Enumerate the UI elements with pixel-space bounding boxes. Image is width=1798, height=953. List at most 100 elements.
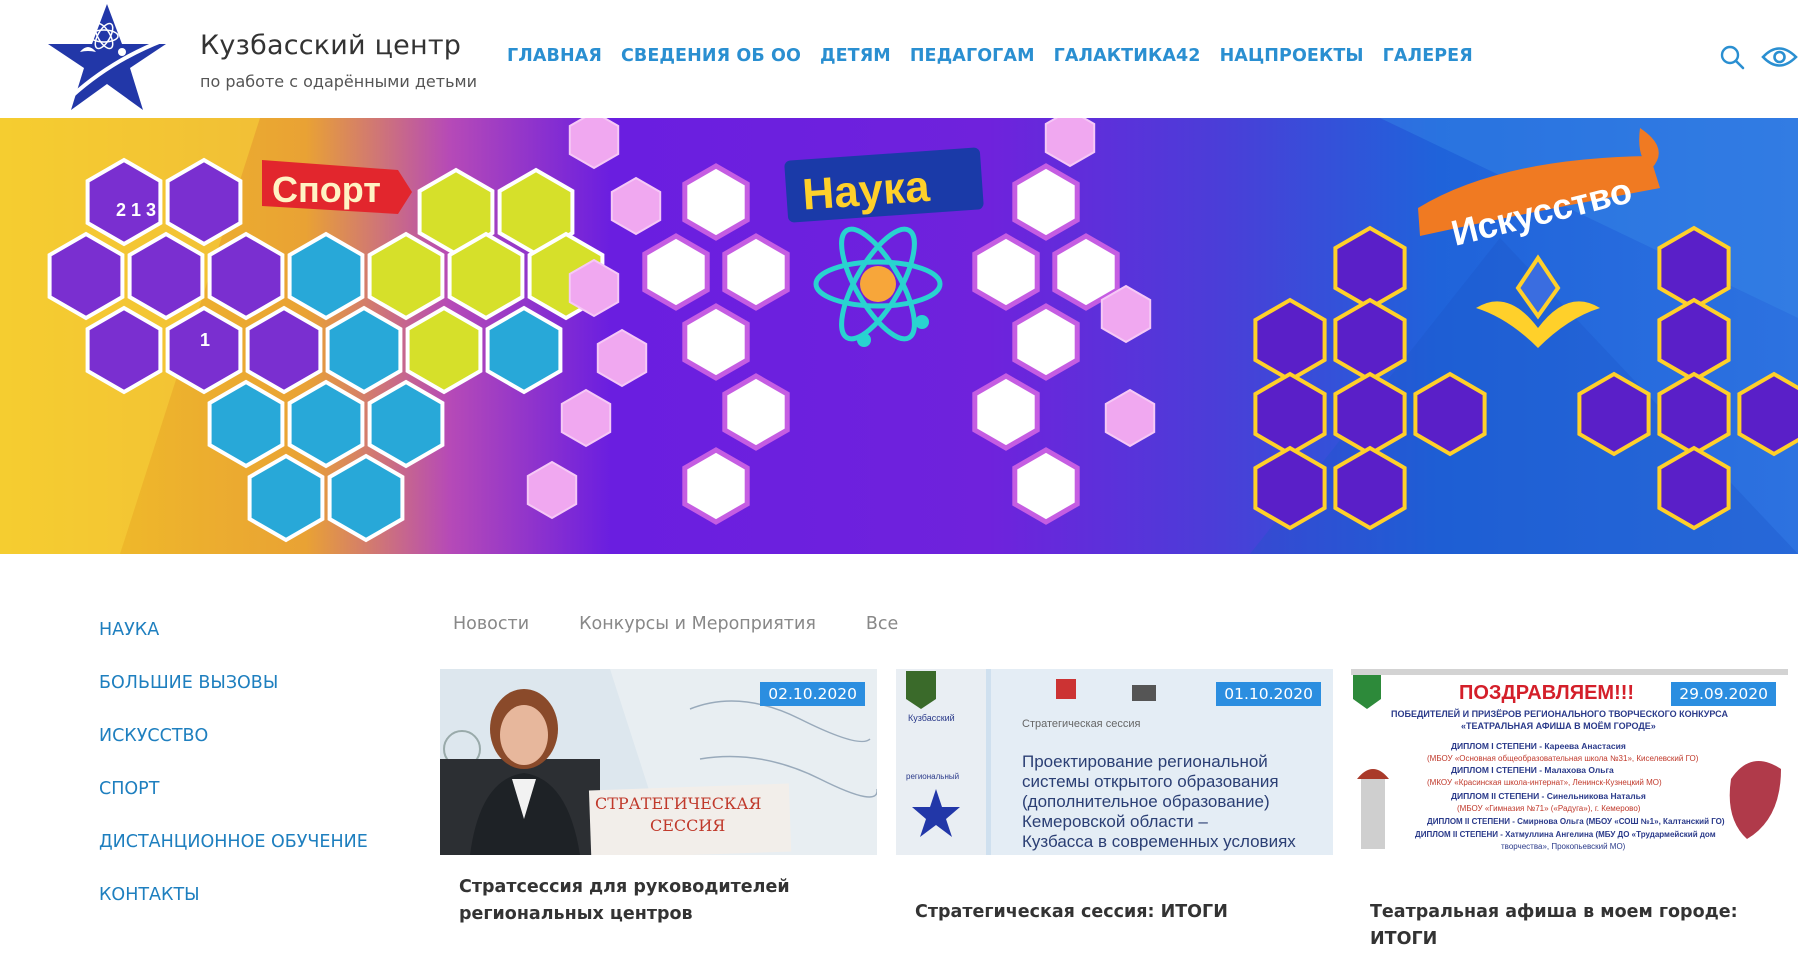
banner-hex-tile <box>682 303 750 381</box>
image-line2: «ТЕАТРАЛЬНАЯ АФИША В МОЁМ ГОРОДЕ» <box>1461 721 1656 731</box>
nav-home[interactable]: ГЛАВНАЯ <box>507 46 602 66</box>
news-card-image[interactable]: ПОЗДРАВЛЯЕМ!!! ПОБЕДИТЕЛЕЙ И ПРИЗЁРОВ РЕ… <box>1351 669 1788 855</box>
image-line6: (МКОУ «Красинская школа-интернат», Ленин… <box>1427 778 1662 787</box>
banner-hex-tile <box>1657 371 1731 457</box>
image-logo-line2: региональный <box>906 772 959 781</box>
nav-about[interactable]: СВЕДЕНИЯ ОБ ОО <box>621 46 801 66</box>
banner-hex-tile <box>972 233 1040 311</box>
banner-hex-tile <box>1413 371 1487 457</box>
banner-hex-tile <box>245 305 323 395</box>
news-card-image[interactable]: Кузбасский региональный Стратегическая с… <box>896 669 1333 855</box>
banner-hex-tile <box>405 305 483 395</box>
image-line4: (МБОУ «Основная общеобразовательная школ… <box>1427 754 1699 763</box>
news-card[interactable]: СТРАТЕГИЧЕСКАЯ СЕССИЯ 02.10.2020 Стратсе… <box>440 669 877 937</box>
banner-hex-tile <box>85 305 163 395</box>
news-card[interactable]: Кузбасский региональный Стратегическая с… <box>896 669 1333 937</box>
banner-hex-tile <box>1253 297 1327 383</box>
image-line8: (МБОУ «Гимназия №71» («Радуга»), г. Кеме… <box>1457 804 1641 813</box>
banner-hex-tile <box>1012 303 1080 381</box>
banner-hex-tile <box>1253 445 1327 531</box>
banner-hex-tile <box>1657 225 1731 311</box>
search-icon[interactable] <box>1719 44 1745 70</box>
news-date-badge: 29.09.2020 <box>1671 682 1776 706</box>
nav-galaxy42[interactable]: ГАЛАКТИКА42 <box>1054 46 1201 66</box>
banner-hex-tile <box>972 373 1040 451</box>
banner-hex-tile <box>47 231 125 321</box>
banner-hex-tile <box>485 305 563 395</box>
banner-hex-tile <box>722 233 790 311</box>
site-header: Кузбасский центр по работе с одарёнными … <box>0 0 1798 118</box>
banner-hex-tile <box>1012 163 1080 241</box>
banner-hex-tile <box>1333 225 1407 311</box>
image-text-line4: Кемеровской области – <box>1022 812 1208 831</box>
medal-text: 1 <box>200 330 210 350</box>
tab-news[interactable]: Новости <box>453 614 529 634</box>
banner-hex-tile <box>1577 371 1651 457</box>
banner-hex-tile <box>722 373 790 451</box>
banner-hex-tile <box>1333 445 1407 531</box>
image-text-line5: Кузбасса в современных условиях <box>1022 832 1296 851</box>
image-line1: ПОБЕДИТЕЛЕЙ И ПРИЗЁРОВ РЕГИОНАЛЬНОГО ТВО… <box>1391 708 1728 719</box>
banner-hex-tile <box>1657 297 1731 383</box>
image-text-line2: системы открытого образования <box>1022 772 1279 791</box>
image-line9: ДИПЛОМ II СТЕПЕНИ - Смирнова Ольга (МБОУ… <box>1427 817 1725 826</box>
sidebar-item-big-challenges[interactable]: БОЛЬШИЕ ВЫЗОВЫ <box>99 673 368 726</box>
sidebar-menu: НАУКА БОЛЬШИЕ ВЫЗОВЫ ИСКУССТВО СПОРТ ДИС… <box>99 620 368 938</box>
banner-hex-tile <box>207 231 285 321</box>
banner-hex-tile <box>287 379 365 469</box>
news-date-badge: 01.10.2020 <box>1216 682 1321 706</box>
banner-hex-tile <box>1333 371 1407 457</box>
science-label: Наука <box>801 162 932 220</box>
tab-all[interactable]: Все <box>866 614 898 634</box>
news-card-image[interactable]: СТРАТЕГИЧЕСКАЯ СЕССИЯ 02.10.2020 <box>440 669 877 855</box>
sidebar-item-art[interactable]: ИСКУССТВО <box>99 726 368 779</box>
image-line7: ДИПЛОМ II СТЕПЕНИ - Синельникова Наталья <box>1451 791 1646 801</box>
image-caption-line1: СТРАТЕГИЧЕСКАЯ <box>595 794 761 813</box>
sidebar-item-sport[interactable]: СПОРТ <box>99 779 368 832</box>
nav-teachers[interactable]: ПЕДАГОГАМ <box>910 46 1035 66</box>
banner-hex-tile <box>367 231 445 321</box>
hero-banner: Спорт Наука Искусство 2 1 3 1 <box>0 118 1798 554</box>
image-line11: творчества», Прокопьевский МО) <box>1501 842 1626 851</box>
news-filter-tabs: Новости Конкурсы и Мероприятия Все <box>453 614 948 634</box>
image-logo-line1: Кузбасский <box>908 713 955 723</box>
news-card-title[interactable]: Стратсессия для руководителей региональн… <box>459 874 859 928</box>
image-line3: ДИПЛОМ I СТЕПЕНИ - Кареева Анастасия <box>1451 741 1626 751</box>
sidebar-item-contacts[interactable]: КОНТАКТЫ <box>99 885 368 938</box>
banner-hex-tile <box>1012 447 1080 525</box>
banner-artwork: Спорт Наука Искусство 2 1 3 1 <box>0 118 1798 554</box>
news-card[interactable]: ПОЗДРАВЛЯЕМ!!! ПОБЕДИТЕЛЕЙ И ПРИЗЁРОВ РЕ… <box>1351 669 1788 949</box>
banner-hex-tile <box>1657 445 1731 531</box>
banner-hex-tile <box>327 453 405 543</box>
banner-hex-tile <box>1333 297 1407 383</box>
banner-hex-tile <box>1253 371 1327 457</box>
sport-label: Спорт <box>272 169 381 210</box>
nav-children[interactable]: ДЕТЯМ <box>820 46 891 66</box>
banner-hex-tile <box>367 379 445 469</box>
sidebar-item-distance-learning[interactable]: ДИСТАНЦИОННОЕ ОБУЧЕНИЕ <box>99 832 368 885</box>
sidebar-item-science[interactable]: НАУКА <box>99 620 368 673</box>
image-line5: ДИПЛОМ I СТЕПЕНИ - Малахова Ольга <box>1451 765 1614 775</box>
image-headline: ПОЗДРАВЛЯЕМ!!! <box>1459 682 1634 704</box>
nav-national-projects[interactable]: НАЦПРОЕКТЫ <box>1220 46 1364 66</box>
site-title[interactable]: Кузбасский центр <box>200 30 461 61</box>
banner-hex-tile <box>165 305 243 395</box>
banner-hex-tile <box>325 305 403 395</box>
eye-icon[interactable] <box>1761 44 1798 70</box>
image-text-line1: Проектирование региональной <box>1022 752 1268 771</box>
banner-hex-tile <box>247 453 325 543</box>
banner-hex-tile <box>642 233 710 311</box>
banner-hex-tile <box>682 163 750 241</box>
news-card-title[interactable]: Театральная афиша в моем городе: ИТОГИ <box>1370 899 1770 953</box>
image-text-line0: Стратегическая сессия <box>1022 718 1140 730</box>
news-card-title[interactable]: Стратегическая сессия: ИТОГИ <box>915 899 1315 926</box>
news-date-badge: 02.10.2020 <box>760 682 865 706</box>
tab-contests-events[interactable]: Конкурсы и Мероприятия <box>579 614 816 634</box>
nav-gallery[interactable]: ГАЛЕРЕЯ <box>1383 46 1473 66</box>
star-atom-logo[interactable] <box>42 0 172 118</box>
banner-hex-tile <box>165 157 243 247</box>
banner-hex-tile <box>127 231 205 321</box>
image-text-line3: (дополнительное образование) <box>1022 792 1270 811</box>
banner-hex-tile <box>287 231 365 321</box>
main-nav: ГЛАВНАЯ СВЕДЕНИЯ ОБ ОО ДЕТЯМ ПЕДАГОГАМ Г… <box>507 46 1492 66</box>
